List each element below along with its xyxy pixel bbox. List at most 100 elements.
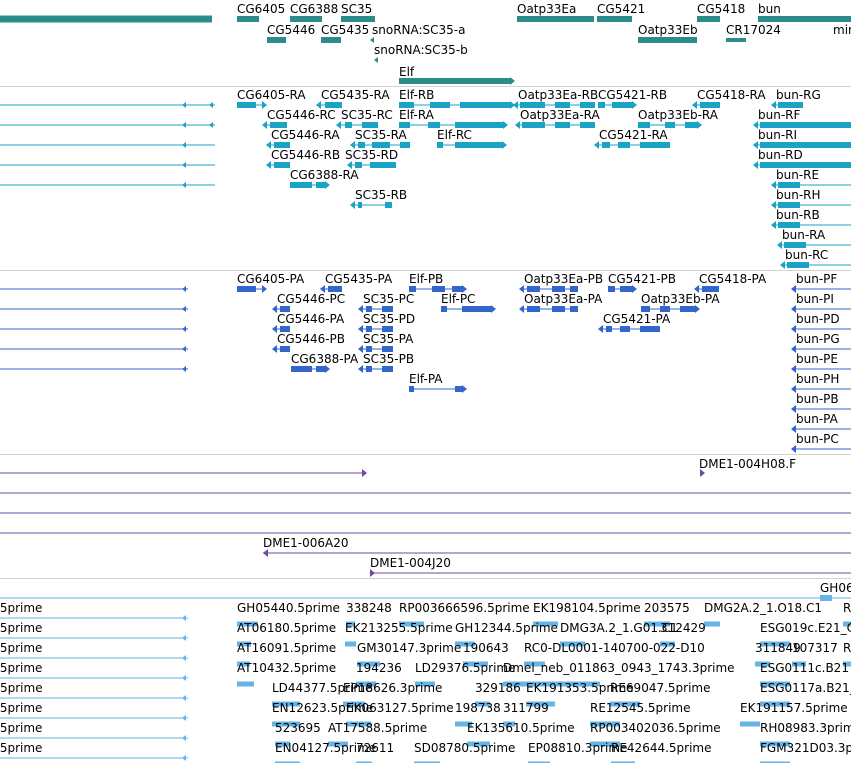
feature-label: 329186 (475, 681, 521, 695)
strand-reverse-arrow (182, 306, 186, 312)
feature-label: bun-RI (758, 128, 797, 142)
feature-label: CG5446-RB (271, 148, 340, 162)
exon-block[interactable] (680, 306, 695, 312)
exon-block[interactable] (640, 142, 670, 148)
strand-forward-arrow (502, 141, 507, 149)
exon-block[interactable] (237, 286, 256, 292)
genome-browser-view: CG6405 CG6388 SC35 Oatp33Ea CG5421 CG5418 bun C… (0, 0, 851, 763)
bac-track-features: DME1-004H08.F DME1-006A20 DME1-004J20 (0, 457, 851, 577)
exon-block[interactable] (437, 142, 443, 148)
exon-block[interactable] (291, 366, 312, 372)
strand-forward-arrow (510, 77, 515, 85)
exon-block[interactable] (370, 162, 396, 168)
exon-block[interactable] (620, 326, 630, 332)
strand-reverse-arrow (262, 121, 267, 129)
strand-forward-arrow (262, 285, 267, 293)
exon-block[interactable] (290, 182, 312, 188)
feature-label: RE12545.5prime (590, 701, 691, 715)
gene-bar[interactable] (237, 16, 259, 22)
exon-block[interactable] (382, 366, 393, 372)
exon-block[interactable] (620, 286, 632, 292)
feature-label: SD08780.5prime (414, 741, 515, 755)
feature-label: Oatp33Ea-RA (520, 108, 601, 122)
gene-bar[interactable] (341, 16, 375, 22)
strand-reverse-arrow (182, 162, 186, 168)
feature-label: bun-PG (796, 332, 840, 346)
exon-block[interactable] (385, 202, 392, 208)
exon-block[interactable] (618, 142, 630, 148)
exon-block[interactable] (580, 122, 595, 128)
gene-bar[interactable] (290, 16, 322, 22)
strand-reverse-arrow (358, 365, 363, 373)
feature-label: CG5421-PB (608, 272, 676, 286)
feature-label: bun-RE (776, 168, 819, 182)
feature-label: RE42644.5prime (611, 741, 712, 755)
feature-label: bun-PF (796, 272, 837, 286)
exon-block[interactable] (608, 286, 615, 292)
feature-label: ESG019c.E21_C (760, 621, 851, 635)
strand-reverse-arrow (182, 122, 186, 128)
gene-bar[interactable] (597, 16, 632, 22)
est-block[interactable] (740, 721, 760, 727)
exon-block[interactable] (462, 306, 491, 312)
feature-label: ESG0117a.B21_ (760, 681, 851, 695)
exon-block[interactable] (316, 182, 325, 188)
exon-block[interactable] (685, 122, 697, 128)
exon-block[interactable] (455, 386, 462, 392)
feature-label: snoRNA:SC35-b (374, 43, 468, 57)
feature-label: R (843, 601, 851, 615)
est-block[interactable] (237, 681, 254, 687)
exon-block[interactable] (570, 306, 578, 312)
exon-block[interactable] (552, 306, 565, 312)
exon-block[interactable] (280, 346, 290, 352)
exon-block[interactable] (460, 102, 510, 108)
gene-bar[interactable] (267, 37, 286, 43)
gene-bar[interactable] (697, 16, 720, 22)
strand-reverse-arrow (182, 615, 186, 621)
est-block[interactable] (345, 641, 356, 647)
exon-block[interactable] (555, 122, 570, 128)
feature-label: SC35-PC (363, 292, 414, 306)
feature-label: CG5421 (597, 2, 645, 16)
feature-label: bun-PI (796, 292, 834, 306)
strand-reverse-arrow (791, 445, 796, 453)
strand-reverse-arrow (182, 755, 186, 761)
exon-block[interactable] (527, 306, 540, 312)
est-block[interactable] (704, 621, 720, 627)
feature-label: CG5446-RA (271, 128, 340, 142)
gene-bar[interactable] (321, 37, 341, 43)
feature-label: SC35-RA (355, 128, 407, 142)
gene-bar[interactable] (399, 78, 510, 84)
gene-track-features: CG6405 CG6388 SC35 Oatp33Ea CG5421 CG5418 bun C… (0, 2, 851, 85)
gene-bar[interactable] (638, 37, 697, 43)
exon-block[interactable] (366, 366, 372, 372)
transcript-track-features: CG6405-RA CG5435-RA Elf-RB Oatp33Ea-RB CG542… (0, 88, 851, 269)
exon-block[interactable] (522, 122, 545, 128)
exon-block[interactable] (602, 142, 610, 148)
exon-block[interactable] (358, 202, 362, 208)
strand-reverse-arrow (771, 221, 776, 229)
feature-label: CG5421-PA (603, 312, 671, 326)
exon-block[interactable] (237, 102, 256, 108)
strand-forward-arrow (697, 121, 702, 129)
feature-label: 72611 (356, 741, 394, 755)
strand-reverse-arrow (272, 345, 277, 353)
gene-bar[interactable] (0, 15, 212, 23)
exon-block[interactable] (455, 142, 502, 148)
gene-bar[interactable] (517, 16, 594, 22)
feature-label: .5prime (0, 661, 42, 675)
exon-block[interactable] (274, 162, 290, 168)
exon-block[interactable] (409, 386, 414, 392)
protein-track: CG6405-PA CG5435-PA Elf-PB Oatp33Ea-PB CG542… (0, 271, 851, 454)
exon-block[interactable] (345, 122, 352, 128)
feature-label: AT06180.5prime (237, 621, 336, 635)
exon-block[interactable] (441, 306, 447, 312)
exon-block[interactable] (787, 262, 809, 268)
gene-bar[interactable] (726, 38, 746, 42)
gene-bar[interactable] (758, 16, 851, 22)
exon-block[interactable] (316, 366, 325, 372)
exon-block[interactable] (606, 326, 612, 332)
exon-block[interactable] (640, 326, 660, 332)
exon-block[interactable] (612, 102, 632, 108)
exon-block[interactable] (400, 142, 410, 148)
